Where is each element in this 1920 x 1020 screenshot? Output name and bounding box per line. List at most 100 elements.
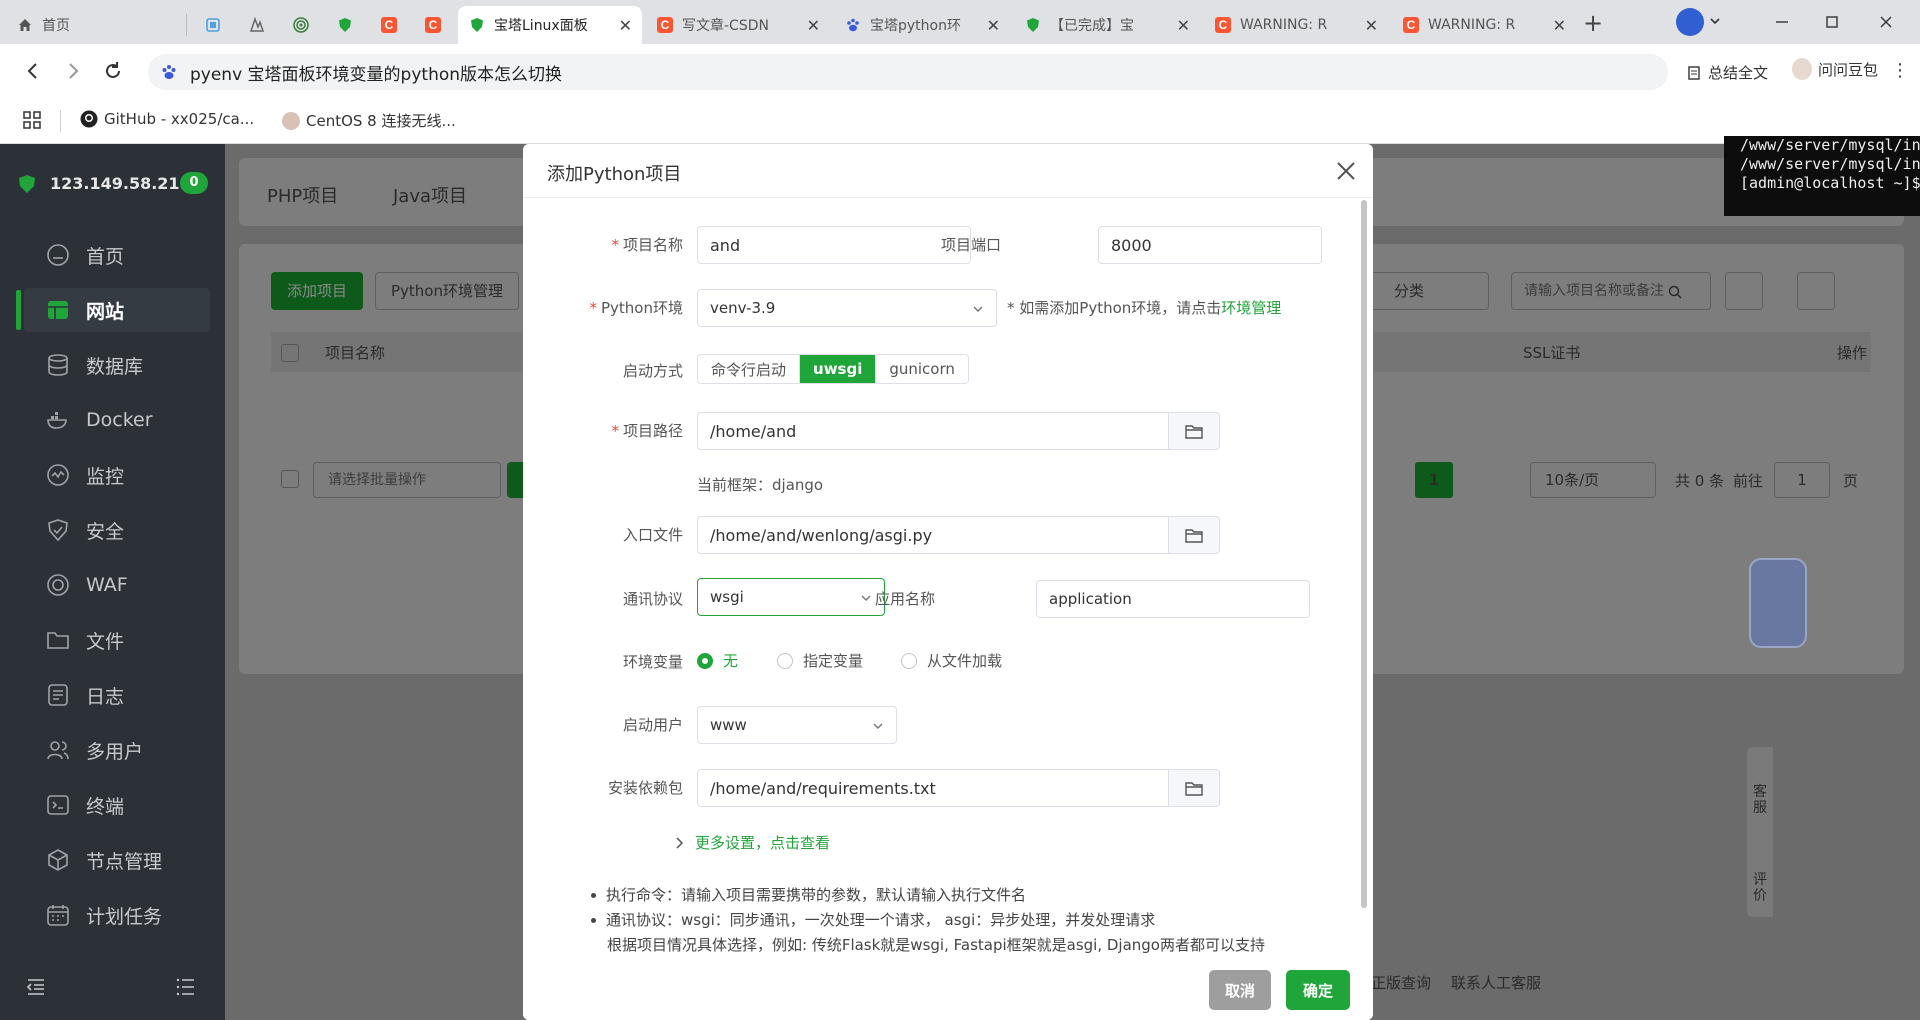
collapse-icon[interactable] — [26, 978, 46, 996]
tab-pinned[interactable]: C — [414, 6, 454, 44]
tab-php[interactable]: PHP项目 — [267, 182, 338, 208]
baota-logo-icon — [18, 174, 36, 194]
tab-active[interactable]: 宝塔Linux面板 ✕ — [458, 6, 642, 44]
sidebar-item-security[interactable]: 安全 — [0, 506, 225, 554]
forward-icon[interactable] — [62, 60, 84, 82]
tab-pinned[interactable]: C — [370, 6, 410, 44]
entry-file-input[interactable]: /home/and/wenlong/asgi.py — [697, 516, 1169, 554]
notification-badge[interactable]: 0 — [180, 172, 208, 194]
back-icon[interactable] — [22, 60, 44, 82]
env-var-none-radio[interactable]: 无 — [697, 650, 738, 671]
confirm-button[interactable]: 确定 — [1286, 970, 1350, 1010]
window-close-icon[interactable] — [1876, 12, 1896, 32]
bookmark-centos[interactable]: CentOS 8 连接无线... — [282, 110, 456, 131]
sidebar-item-website[interactable]: 网站 — [0, 286, 225, 334]
app-name-input[interactable]: application — [1036, 580, 1310, 618]
sidebar-item-monitor[interactable]: 监控 — [0, 451, 225, 499]
tab-home[interactable]: 首页 — [6, 6, 182, 44]
select-all-checkbox[interactable] — [281, 344, 299, 362]
start-mode-cli[interactable]: 命令行启动 — [698, 355, 801, 383]
folder-picker-icon[interactable] — [1168, 769, 1220, 807]
close-icon[interactable]: ✕ — [987, 16, 1000, 35]
column-ssl[interactable]: SSL证书 — [1523, 342, 1580, 363]
doubao-button[interactable]: 问问豆包 — [1792, 58, 1878, 80]
category-select[interactable]: 分类 — [1369, 272, 1489, 310]
footer-link-support[interactable]: 联系人工客服 — [1451, 972, 1541, 993]
url-input[interactable]: pyenv 宝塔面板环境变量的python版本怎么切换 — [148, 54, 1668, 90]
start-user-select[interactable]: www — [697, 706, 897, 744]
baidu-paw-icon — [844, 16, 862, 34]
close-icon[interactable]: ✕ — [807, 16, 820, 35]
project-port-input[interactable]: 8000 — [1098, 226, 1322, 264]
bookmark-github[interactable]: GitHub - xx025/ca... — [80, 110, 254, 128]
customer-service-link[interactable]: 客服 — [1753, 784, 1767, 816]
dialog-scrollbar[interactable] — [1361, 200, 1367, 908]
sidebar-item-nodes[interactable]: 节点管理 — [0, 836, 225, 884]
tab-java[interactable]: Java项目 — [393, 182, 467, 208]
start-mode-gunicorn[interactable]: gunicorn — [876, 355, 968, 383]
tab[interactable]: 宝塔python环 ✕ — [834, 6, 1010, 44]
search-icon[interactable] — [1668, 285, 1682, 299]
tab-pinned[interactable] — [194, 6, 234, 44]
new-tab-icon[interactable]: + — [1580, 10, 1606, 36]
batch-operation-select[interactable]: 请选择批量操作 — [313, 462, 501, 498]
footer-link-license[interactable]: 正版查询 — [1371, 972, 1431, 993]
sidebar-item-home[interactable]: 首页 — [0, 231, 225, 279]
python-env-select[interactable]: venv-3.9 — [697, 289, 997, 327]
page-size-select[interactable]: 10条/页 — [1530, 462, 1656, 498]
maximize-icon[interactable] — [1822, 12, 1842, 32]
cancel-button[interactable]: 取消 — [1209, 970, 1271, 1010]
reload-icon[interactable] — [102, 60, 124, 82]
tab-pinned[interactable] — [326, 6, 366, 44]
settings-icon[interactable] — [1797, 272, 1835, 310]
summary-button[interactable]: 总结全文 — [1686, 62, 1768, 83]
tab-pinned[interactable] — [238, 6, 278, 44]
python-env-button[interactable]: Python环境管理 — [375, 272, 519, 310]
row-checkbox[interactable] — [281, 470, 299, 488]
tab[interactable]: C 写文章-CSDN ✕ — [646, 6, 830, 44]
sidebar-item-waf[interactable]: WAF — [0, 561, 225, 609]
start-mode-uwsgi[interactable]: uwsgi — [800, 355, 877, 383]
more-settings-toggle[interactable]: 更多设置，点击查看 — [675, 832, 830, 853]
close-icon[interactable]: ✕ — [1553, 16, 1566, 35]
close-icon[interactable]: ✕ — [619, 16, 632, 35]
env-manage-link[interactable]: 环境管理 — [1221, 299, 1281, 317]
tab-pinned[interactable] — [282, 6, 322, 44]
profile-avatar[interactable] — [1676, 8, 1704, 36]
column-ops: 操作 — [1837, 344, 1868, 362]
tab[interactable]: 【已完成】宝 ✕ — [1014, 6, 1200, 44]
env-var-file-radio[interactable]: 从文件加载 — [901, 650, 1002, 671]
add-project-button[interactable]: 添加项目 — [271, 272, 363, 310]
refresh-icon[interactable] — [1725, 272, 1763, 310]
close-icon[interactable]: ✕ — [1365, 16, 1378, 35]
minimize-icon[interactable] — [1772, 12, 1792, 32]
pagination-current[interactable]: 1 — [1415, 462, 1453, 498]
list-icon[interactable] — [176, 978, 196, 996]
radio-dot — [901, 652, 917, 669]
sidebar-item-docker[interactable]: Docker — [0, 396, 225, 444]
feedback-link[interactable]: 评价 — [1753, 872, 1767, 904]
chevron-down-icon[interactable] — [1710, 16, 1720, 26]
sidebar-item-users[interactable]: 多用户 — [0, 726, 225, 774]
sidebar-item-files[interactable]: 文件 — [0, 616, 225, 664]
close-icon[interactable]: ✕ — [1177, 16, 1190, 35]
floating-assistant-icon[interactable] — [1749, 558, 1807, 648]
sidebar-item-terminal[interactable]: 终端 — [0, 781, 225, 829]
tab[interactable]: C WARNING: R ✕ — [1204, 6, 1388, 44]
column-project-name[interactable]: 项目名称 — [325, 342, 385, 363]
deps-file-input[interactable]: /home/and/requirements.txt — [697, 769, 1169, 807]
close-icon[interactable] — [1333, 158, 1359, 184]
folder-picker-icon[interactable] — [1168, 516, 1220, 554]
project-path-input[interactable]: /home/and — [697, 412, 1169, 450]
env-var-specify-radio[interactable]: 指定变量 — [777, 650, 863, 671]
goto-page-input[interactable]: 1 — [1774, 462, 1830, 498]
sidebar-item-logs[interactable]: 日志 — [0, 671, 225, 719]
sidebar-item-database[interactable]: 数据库 — [0, 341, 225, 389]
folder-picker-icon[interactable] — [1168, 412, 1220, 450]
apps-grid-icon[interactable] — [22, 110, 42, 130]
sidebar-item-cron[interactable]: 计划任务 — [0, 891, 225, 939]
more-menu-icon[interactable]: ⋮ — [1890, 60, 1910, 82]
summary-label: 总结全文 — [1708, 64, 1769, 82]
tab[interactable]: C WARNING: R ✕ — [1392, 6, 1576, 44]
active-indicator — [16, 290, 21, 330]
